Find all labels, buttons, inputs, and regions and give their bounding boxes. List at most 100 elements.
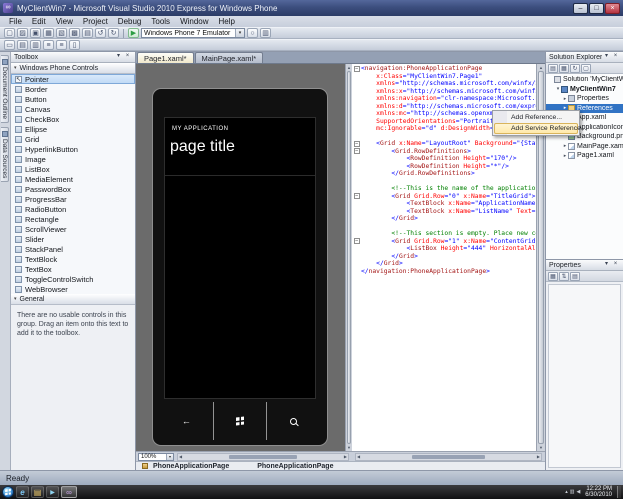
scroll-right-icon[interactable]: ▶ <box>344 454 347 459</box>
toolbox-item-passwordbox[interactable]: PasswordBox <box>11 184 135 194</box>
toolbox-section-windows-phone-controls[interactable]: ▾ Windows Phone Controls <box>11 63 135 74</box>
toolbox-item-rectangle[interactable]: Rectangle <box>11 214 135 224</box>
phone-start-button[interactable] <box>212 402 267 440</box>
scrollbar-thumb[interactable] <box>411 454 486 459</box>
tree-item-properties[interactable]: ▸ Properties <box>546 94 623 104</box>
minimize-button[interactable]: – <box>573 2 588 14</box>
cut-icon[interactable]: ▧ <box>56 28 67 38</box>
code-line[interactable]: <!--This is the name of the application … <box>352 185 536 193</box>
save-all-icon[interactable]: ▦ <box>43 28 54 38</box>
tab-mainpage-xaml[interactable]: MainPage.xaml* <box>194 52 264 63</box>
context-menu-item-add-service-reference[interactable]: Add Service Reference... <box>494 123 587 134</box>
toolbox-item-ellipse[interactable]: Ellipse <box>11 124 135 134</box>
save-icon[interactable]: ▣ <box>30 28 41 38</box>
code-line[interactable]: <RowDefinition Height="*"/> <box>352 163 536 171</box>
toolbox-item-listbox[interactable]: ListBox <box>11 164 135 174</box>
toolbox-item-hyperlinkbutton[interactable]: HyperlinkButton <box>11 144 135 154</box>
code-line[interactable]: − <Grid.RowDefinitions> <box>352 148 536 156</box>
scroll-down-icon[interactable]: ▼ <box>347 445 351 450</box>
menu-item-file[interactable]: File <box>4 16 27 27</box>
scroll-right-icon[interactable]: ▶ <box>537 454 540 459</box>
code-line[interactable]: x:Class="MyClientWin7.Page1" <box>352 73 536 81</box>
panel-menu-button[interactable]: ▾ <box>114 53 123 61</box>
close-button[interactable]: × <box>605 2 620 14</box>
toolbox-item-textblock[interactable]: TextBlock <box>11 254 135 264</box>
tree-item-solution-myclientwin7[interactable]: Solution 'MyClientWin7' <box>546 75 623 85</box>
scroll-left-icon[interactable]: ◀ <box>179 454 182 459</box>
hidden-icons-chevron[interactable]: ▴ <box>565 489 568 495</box>
toolbox-item-radiobutton[interactable]: RadioButton <box>11 204 135 214</box>
code-line[interactable]: xmlns:navigation="clr-namespace:Microsof… <box>352 95 536 103</box>
scroll-up-icon[interactable]: ▲ <box>347 65 351 70</box>
code-line[interactable]: </Grid> <box>352 215 536 223</box>
tree-item-mainpage-xaml[interactable]: ▸ MainPage.xaml <box>546 142 623 152</box>
context-menu-item-add-reference[interactable]: Add Reference... <box>494 112 578 123</box>
property-pages-icon[interactable]: ▤ <box>570 271 580 281</box>
start-debugging-button[interactable]: ▶ <box>128 28 139 38</box>
design-surface[interactable]: MY APPLICATION page title ← <box>136 64 345 451</box>
collapse-icon[interactable]: − <box>353 238 360 245</box>
show-all-files-icon[interactable]: ▦ <box>559 63 569 73</box>
maximize-button[interactable]: □ <box>589 2 604 14</box>
windows-explorer-icon[interactable]: ▤ <box>31 486 44 498</box>
refresh-icon[interactable]: ↻ <box>570 63 580 73</box>
toolbox-item-togglecontrolswitch[interactable]: ToggleControlSwitch <box>11 274 135 284</box>
scroll-left-icon[interactable]: ◀ <box>357 454 360 459</box>
breadcrumb-item[interactable]: PhoneApplicationPage <box>153 463 229 470</box>
toolbox-item-progressbar[interactable]: ProgressBar <box>11 194 135 204</box>
volume-icon[interactable]: ◀ <box>576 489 580 495</box>
paste-icon[interactable]: ▤ <box>82 28 93 38</box>
zoom-select[interactable]: 100% ▾ <box>138 452 174 461</box>
phone-search-button[interactable] <box>266 402 320 440</box>
application-name-textblock[interactable]: MY APPLICATION <box>172 126 315 132</box>
code-line[interactable]: − <navigation:PhoneApplicationPage <box>352 65 536 73</box>
code-line[interactable]: <!--This section is empty. Place new con… <box>352 230 536 238</box>
scrollbar-thumb[interactable] <box>229 454 297 459</box>
phone-screen[interactable]: MY APPLICATION page title <box>164 117 316 399</box>
menu-item-help[interactable]: Help <box>214 16 240 27</box>
panel-menu-button[interactable]: ▾ <box>602 53 611 61</box>
code-line[interactable]: xmlns:x="http://schemas.microsoft.com/wi… <box>352 88 536 96</box>
toolbox-item-textbox[interactable]: TextBox <box>11 264 135 274</box>
code-line[interactable]: xmlns:d="http://schemas.microsoft.com/ex… <box>352 103 536 111</box>
menu-item-tools[interactable]: Tools <box>146 16 175 27</box>
scrollbar-thumb[interactable] <box>346 71 352 444</box>
toolbox-item-stackpanel[interactable]: StackPanel <box>11 244 135 254</box>
outdent-icon[interactable]: ≡ <box>56 40 67 50</box>
media-player-icon[interactable]: ▶ <box>46 486 59 498</box>
toolbox-item-image[interactable]: Image <box>11 154 135 164</box>
menu-item-edit[interactable]: Edit <box>27 16 51 27</box>
toolbox-item-canvas[interactable]: Canvas <box>11 104 135 114</box>
undo-icon[interactable]: ↺ <box>95 28 106 38</box>
code-line[interactable]: xmlns="http://schemas.microsoft.com/winf… <box>352 80 536 88</box>
deployment-target-select[interactable]: Windows Phone 7 Emulator ▾ <box>141 28 245 38</box>
code-line[interactable] <box>352 223 536 231</box>
collapse-icon[interactable]: − <box>353 65 360 72</box>
code-line[interactable]: </Grid> <box>352 253 536 261</box>
breadcrumb-item[interactable]: PhoneApplicationPage <box>257 463 333 470</box>
toolbox-item-checkbox[interactable]: CheckBox <box>11 114 135 124</box>
find-icon[interactable]: ○ <box>247 28 258 38</box>
menu-item-window[interactable]: Window <box>175 16 213 27</box>
toolbox-item-border[interactable]: Border <box>11 84 135 94</box>
collapse-icon[interactable]: − <box>353 140 360 147</box>
tree-item-myclientwin7[interactable]: ▾ MyClientWin7 <box>546 85 623 95</box>
view-code-icon[interactable]: ▢ <box>581 63 591 73</box>
menu-item-view[interactable]: View <box>51 16 78 27</box>
phone-back-button[interactable]: ← <box>160 402 213 440</box>
visual-studio-taskbar-icon[interactable]: ∞ <box>61 486 77 498</box>
tree-item-page1-xaml[interactable]: ▸ Page1.xaml <box>546 151 623 161</box>
collapse-icon[interactable]: − <box>353 193 360 200</box>
indent-icon[interactable]: ≡ <box>43 40 54 50</box>
menu-item-debug[interactable]: Debug <box>113 16 147 27</box>
toolbox-section-general[interactable]: ▾ General <box>11 294 135 305</box>
code-line[interactable]: <TextBlock x:Name="ListName" Text="page … <box>352 208 537 216</box>
internet-explorer-icon[interactable]: e <box>16 486 29 498</box>
properties-icon[interactable]: ▤ <box>548 63 558 73</box>
toolbox-item-mediaelement[interactable]: MediaElement <box>11 174 135 184</box>
code-line[interactable]: <ListBox Height="444" HorizontalAlignmen… <box>352 245 537 253</box>
code-line[interactable]: </Grid.RowDefinitions> <box>352 170 536 178</box>
toolbox-item-webbrowser[interactable]: WebBrowser <box>11 284 135 294</box>
toolbox-item-slider[interactable]: Slider <box>11 234 135 244</box>
menu-item-project[interactable]: Project <box>78 16 113 27</box>
